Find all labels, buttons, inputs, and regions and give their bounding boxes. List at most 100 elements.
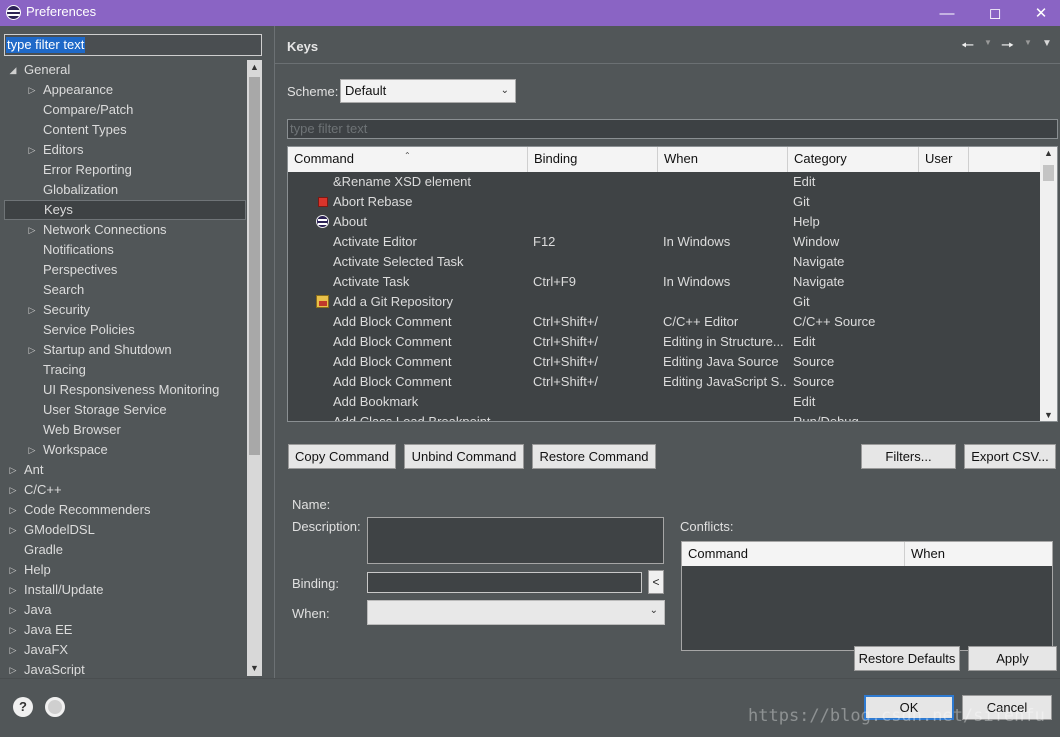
expand-arrow-icon[interactable]: ▷ [8, 580, 18, 600]
table-row[interactable]: &Rename XSD element Edit [288, 172, 1040, 192]
table-row[interactable]: Add Block Comment Ctrl+Shift+/ Editing Jav… [288, 352, 1040, 372]
scroll-down-icon[interactable]: ▼ [247, 661, 262, 676]
column-header-command[interactable]: Command ⌃ [288, 147, 528, 172]
maximize-button[interactable]: ◻ [972, 0, 1018, 26]
back-dropdown-icon[interactable]: ▼ [984, 38, 992, 47]
expand-arrow-icon[interactable]: ▷ [8, 500, 18, 520]
column-header-user[interactable]: User [919, 147, 969, 172]
tree-item[interactable]: UI Responsiveness Monitoring [4, 380, 246, 400]
table-row[interactable]: About Help [288, 212, 1040, 232]
expand-arrow-icon[interactable]: ▷ [8, 600, 18, 620]
tree-item[interactable]: Notifications [4, 240, 246, 260]
tree-item[interactable]: ▷ Network Connections [4, 220, 246, 240]
scrollbar-thumb[interactable] [249, 77, 260, 455]
tree-item[interactable]: ▷ Code Recommenders [4, 500, 246, 520]
table-row[interactable]: Add Block Comment Ctrl+Shift+/ Editing in … [288, 332, 1040, 352]
scroll-up-icon[interactable]: ▲ [1040, 148, 1057, 158]
expand-arrow-icon[interactable]: ▷ [8, 620, 18, 640]
tree-item[interactable]: ▷ Install/Update [4, 580, 246, 600]
tree-item[interactable]: Service Policies [4, 320, 246, 340]
table-row[interactable]: Add Bookmark Edit [288, 392, 1040, 412]
tree-item[interactable]: ▷ Startup and Shutdown [4, 340, 246, 360]
expand-arrow-icon[interactable]: ▷ [27, 220, 37, 240]
column-header-binding[interactable]: Binding [528, 147, 658, 172]
forward-dropdown-icon[interactable]: ▼ [1024, 38, 1032, 47]
column-header-when[interactable]: When [658, 147, 788, 172]
expand-arrow-icon[interactable]: ▷ [8, 660, 18, 676]
close-button[interactable]: ✕ [1018, 0, 1060, 26]
tree-item[interactable]: ▷ JavaFX [4, 640, 246, 660]
unbind-command-button[interactable]: Unbind Command [404, 444, 524, 469]
tree-item[interactable]: User Storage Service [4, 400, 246, 420]
tree-item[interactable]: ▷ Help [4, 560, 246, 580]
tree-item[interactable]: ▷ Java [4, 600, 246, 620]
collapse-arrow-icon[interactable]: ◢ [8, 60, 18, 80]
help-icon[interactable]: ? [13, 697, 33, 717]
binding-menu-button[interactable]: < [648, 570, 664, 594]
forward-arrow-icon[interactable]: 🠖 [1001, 35, 1014, 60]
keys-filter-input[interactable]: type filter text [287, 119, 1058, 139]
scroll-down-icon[interactable]: ▼ [1040, 410, 1057, 420]
table-row[interactable]: Add Block Comment Ctrl+Shift+/ Editing Jav… [288, 372, 1040, 392]
import-export-icon[interactable] [45, 697, 65, 717]
tree-item[interactable]: ▷ Java EE [4, 620, 246, 640]
tree-item[interactable]: Keys [4, 200, 246, 220]
restore-defaults-button[interactable]: Restore Defaults [854, 646, 960, 671]
tree-item[interactable]: ▷ C/C++ [4, 480, 246, 500]
tree-item[interactable]: ▷ Appearance [4, 80, 246, 100]
tree-item[interactable]: Error Reporting [4, 160, 246, 180]
tree-item[interactable]: Search [4, 280, 246, 300]
tree-scrollbar[interactable]: ▲ ▼ [247, 60, 262, 676]
minimize-button[interactable]: — [924, 0, 970, 26]
tree-item[interactable]: ▷ GModelDSL [4, 520, 246, 540]
expand-arrow-icon[interactable]: ▷ [8, 460, 18, 480]
expand-arrow-icon[interactable]: ▷ [27, 140, 37, 160]
conflict-column-command[interactable]: Command [682, 542, 748, 566]
expand-arrow-icon[interactable]: ▷ [27, 80, 37, 100]
expand-arrow-icon[interactable]: ▷ [27, 440, 37, 460]
scrollbar-thumb[interactable] [1043, 165, 1054, 181]
scroll-up-icon[interactable]: ▲ [247, 60, 262, 75]
tree-filter-input[interactable]: type filter text [4, 34, 262, 56]
expand-arrow-icon[interactable]: ▷ [8, 520, 18, 540]
tree-item[interactable]: Gradle [4, 540, 246, 560]
tree-item[interactable]: Globalization [4, 180, 246, 200]
binding-input[interactable] [367, 572, 642, 593]
table-row[interactable]: Activate Editor F12 In Windows Window [288, 232, 1040, 252]
tree-item[interactable]: Perspectives [4, 260, 246, 280]
expand-arrow-icon[interactable]: ▷ [8, 640, 18, 660]
scheme-value: Default [345, 83, 387, 98]
table-row[interactable]: Activate Task Ctrl+F9 In Windows Navigate [288, 272, 1040, 292]
tree-item[interactable]: ▷ Editors [4, 140, 246, 160]
tree-item[interactable]: Web Browser [4, 420, 246, 440]
conflict-column-when[interactable]: When [904, 542, 945, 566]
tree-item[interactable]: ▷ JavaScript [4, 660, 246, 676]
export-csv-button[interactable]: Export CSV... [964, 444, 1056, 469]
table-row[interactable]: Activate Selected Task Navigate [288, 252, 1040, 272]
when-select[interactable]: ⌄ [367, 600, 665, 625]
table-row[interactable]: Add Class Load Breakpoint Run/Debug [288, 412, 1040, 421]
back-arrow-icon[interactable]: 🠔 [961, 35, 974, 60]
table-scrollbar[interactable]: ▲ ▼ [1040, 147, 1057, 421]
restore-command-button[interactable]: Restore Command [532, 444, 656, 469]
tree-item[interactable]: ▷ Ant [4, 460, 246, 480]
table-row[interactable]: Add a Git Repository Git [288, 292, 1040, 312]
apply-button[interactable]: Apply [968, 646, 1057, 671]
table-row[interactable]: Add Block Comment Ctrl+Shift+/ C/C++ Edito… [288, 312, 1040, 332]
tree-item[interactable]: ▷ Security [4, 300, 246, 320]
column-header-category[interactable]: Category [788, 147, 919, 172]
expand-arrow-icon[interactable]: ▷ [8, 560, 18, 580]
tree-item[interactable]: Tracing [4, 360, 246, 380]
expand-arrow-icon[interactable]: ▷ [27, 300, 37, 320]
scheme-select[interactable]: Default ⌄ [340, 79, 516, 103]
view-menu-icon[interactable]: ▼ [1042, 38, 1052, 49]
table-row[interactable]: Abort Rebase Git [288, 192, 1040, 212]
tree-item[interactable]: Content Types [4, 120, 246, 140]
tree-item[interactable]: ▷ Workspace [4, 440, 246, 460]
expand-arrow-icon[interactable]: ▷ [8, 480, 18, 500]
tree-item[interactable]: ◢ General [4, 60, 246, 80]
expand-arrow-icon[interactable]: ▷ [27, 340, 37, 360]
tree-item[interactable]: Compare/Patch [4, 100, 246, 120]
filters-button[interactable]: Filters... [861, 444, 956, 469]
copy-command-button[interactable]: Copy Command [288, 444, 396, 469]
